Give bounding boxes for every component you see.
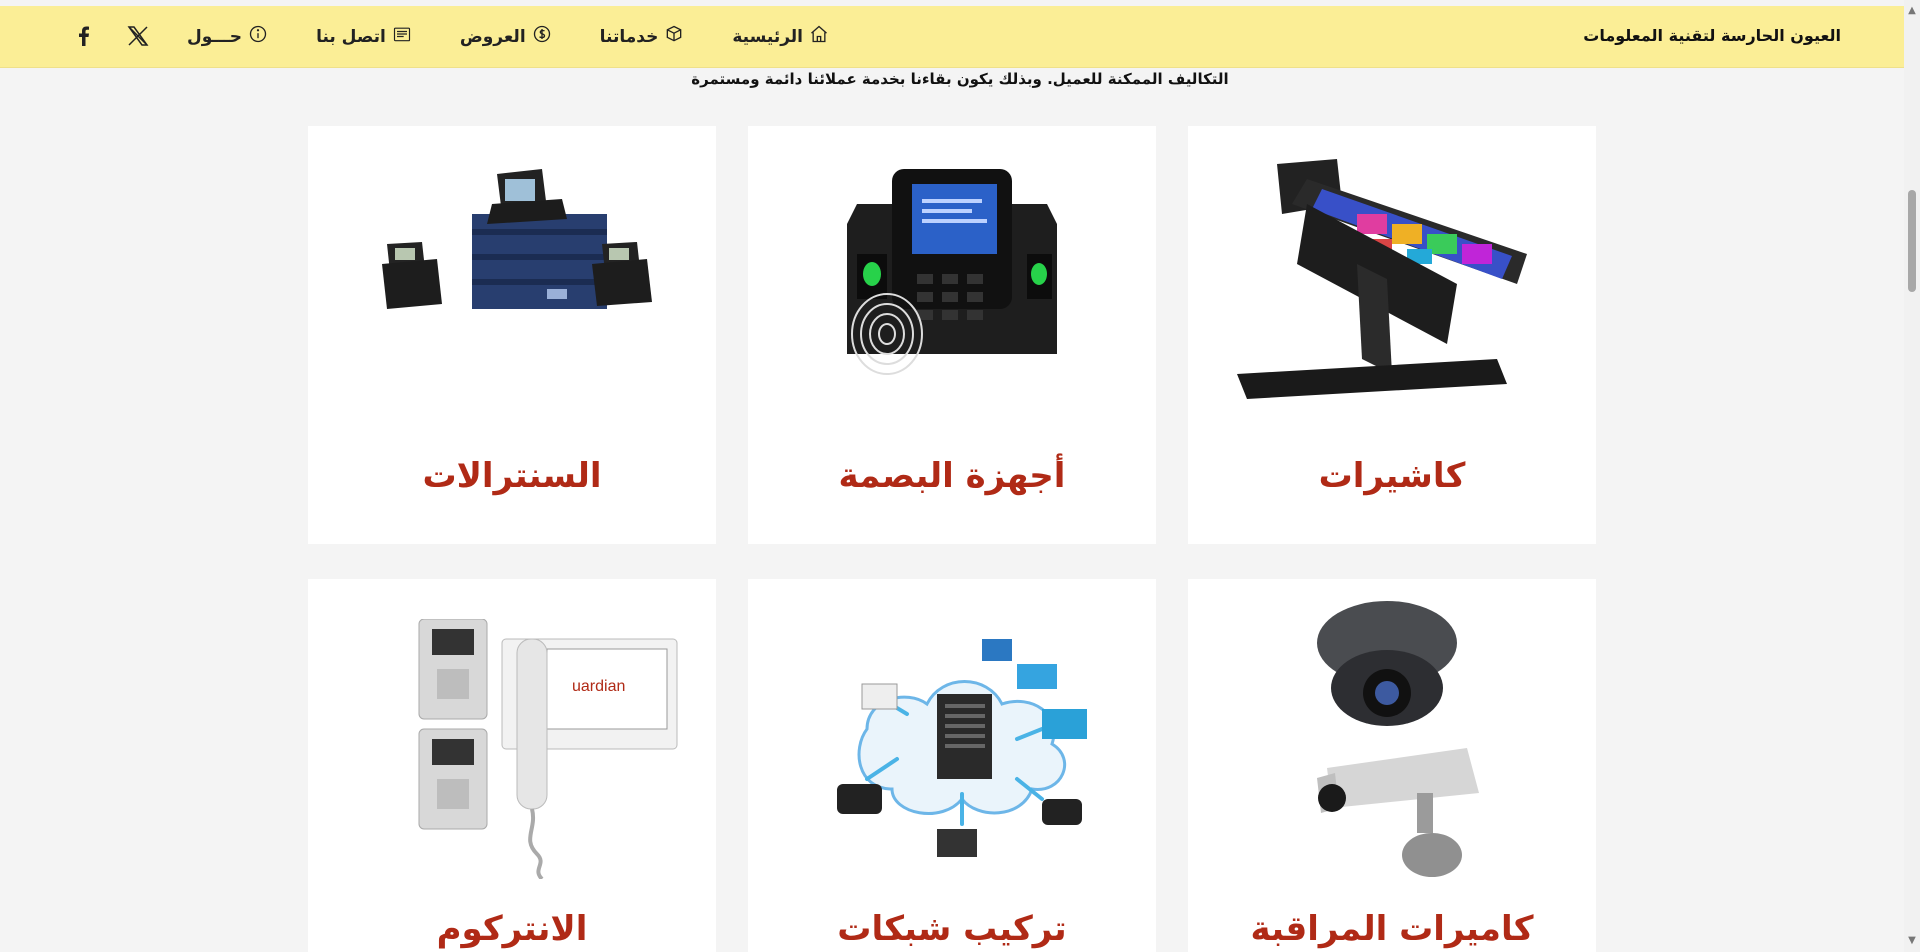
box-icon — [664, 24, 684, 49]
service-card-cctv[interactable]: كاميرات المراقبة — [1188, 579, 1596, 952]
service-card-pbx[interactable]: السنترالات — [308, 126, 716, 544]
nav-contact[interactable]: اتصل بنا — [316, 24, 412, 49]
pbx-phone-system-icon — [337, 144, 687, 404]
card-title: الانتركوم — [436, 909, 588, 949]
scroll-down-arrow-icon[interactable]: ▼ — [1907, 936, 1917, 946]
card-title: السنترالات — [422, 456, 602, 496]
brand-title[interactable]: العيون الحارسة لتقنية المعلومات — [1583, 26, 1841, 45]
service-card-networks[interactable]: تركيب شبكات — [748, 579, 1156, 952]
nav-about[interactable]: حـــول — [187, 24, 268, 49]
fingerprint-device-icon — [777, 144, 1127, 404]
page-scrollbar[interactable]: ▲ ▼ — [1904, 0, 1920, 952]
pos-cashier-icon — [1217, 144, 1567, 404]
service-card-intercom[interactable]: uardian الانتركوم — [308, 579, 716, 952]
network-cloud-icon — [777, 619, 1127, 879]
x-icon[interactable] — [126, 24, 150, 52]
social-links — [72, 24, 150, 52]
service-card-fingerprint[interactable]: أجهزة البصمة — [748, 126, 1156, 544]
nav-services[interactable]: خدماتنا — [600, 24, 685, 49]
facebook-icon[interactable] — [72, 24, 96, 52]
intercom-icon: uardian — [337, 619, 687, 879]
card-title: أجهزة البصمة — [838, 456, 1066, 496]
nav-about-label: حـــول — [186, 26, 243, 47]
card-title: كاشيرات — [1318, 456, 1466, 496]
top-navbar: العيون الحارسة لتقنية المعلومات الرئيسية… — [0, 6, 1904, 68]
home-icon — [809, 24, 829, 49]
card-title: كاميرات المراقبة — [1250, 909, 1534, 949]
nav-services-label: خدماتنا — [599, 26, 659, 47]
intro-text: التكاليف الممكنة للعميل. وبذلك يكون بقاء… — [691, 70, 1229, 88]
nav-home-label: الرئيسية — [732, 26, 803, 47]
dollar-icon — [532, 24, 552, 49]
nav-offers[interactable]: العروض — [460, 24, 552, 49]
cctv-camera-icon — [1217, 593, 1567, 883]
nav-contact-label: اتصل بنا — [316, 26, 386, 47]
scroll-thumb[interactable] — [1908, 190, 1916, 292]
contact-card-icon — [392, 24, 412, 49]
nav-home[interactable]: الرئيسية — [732, 24, 829, 49]
card-title: تركيب شبكات — [837, 909, 1067, 949]
nav-links: الرئيسية خدماتنا العروض اتصل بنا حـــول — [139, 24, 829, 49]
nav-offers-label: العروض — [459, 26, 526, 47]
svg-text:uardian: uardian — [572, 678, 625, 695]
service-card-cashiers[interactable]: كاشيرات — [1188, 126, 1596, 544]
info-icon — [248, 24, 268, 49]
scroll-up-arrow-icon[interactable]: ▲ — [1907, 6, 1917, 16]
